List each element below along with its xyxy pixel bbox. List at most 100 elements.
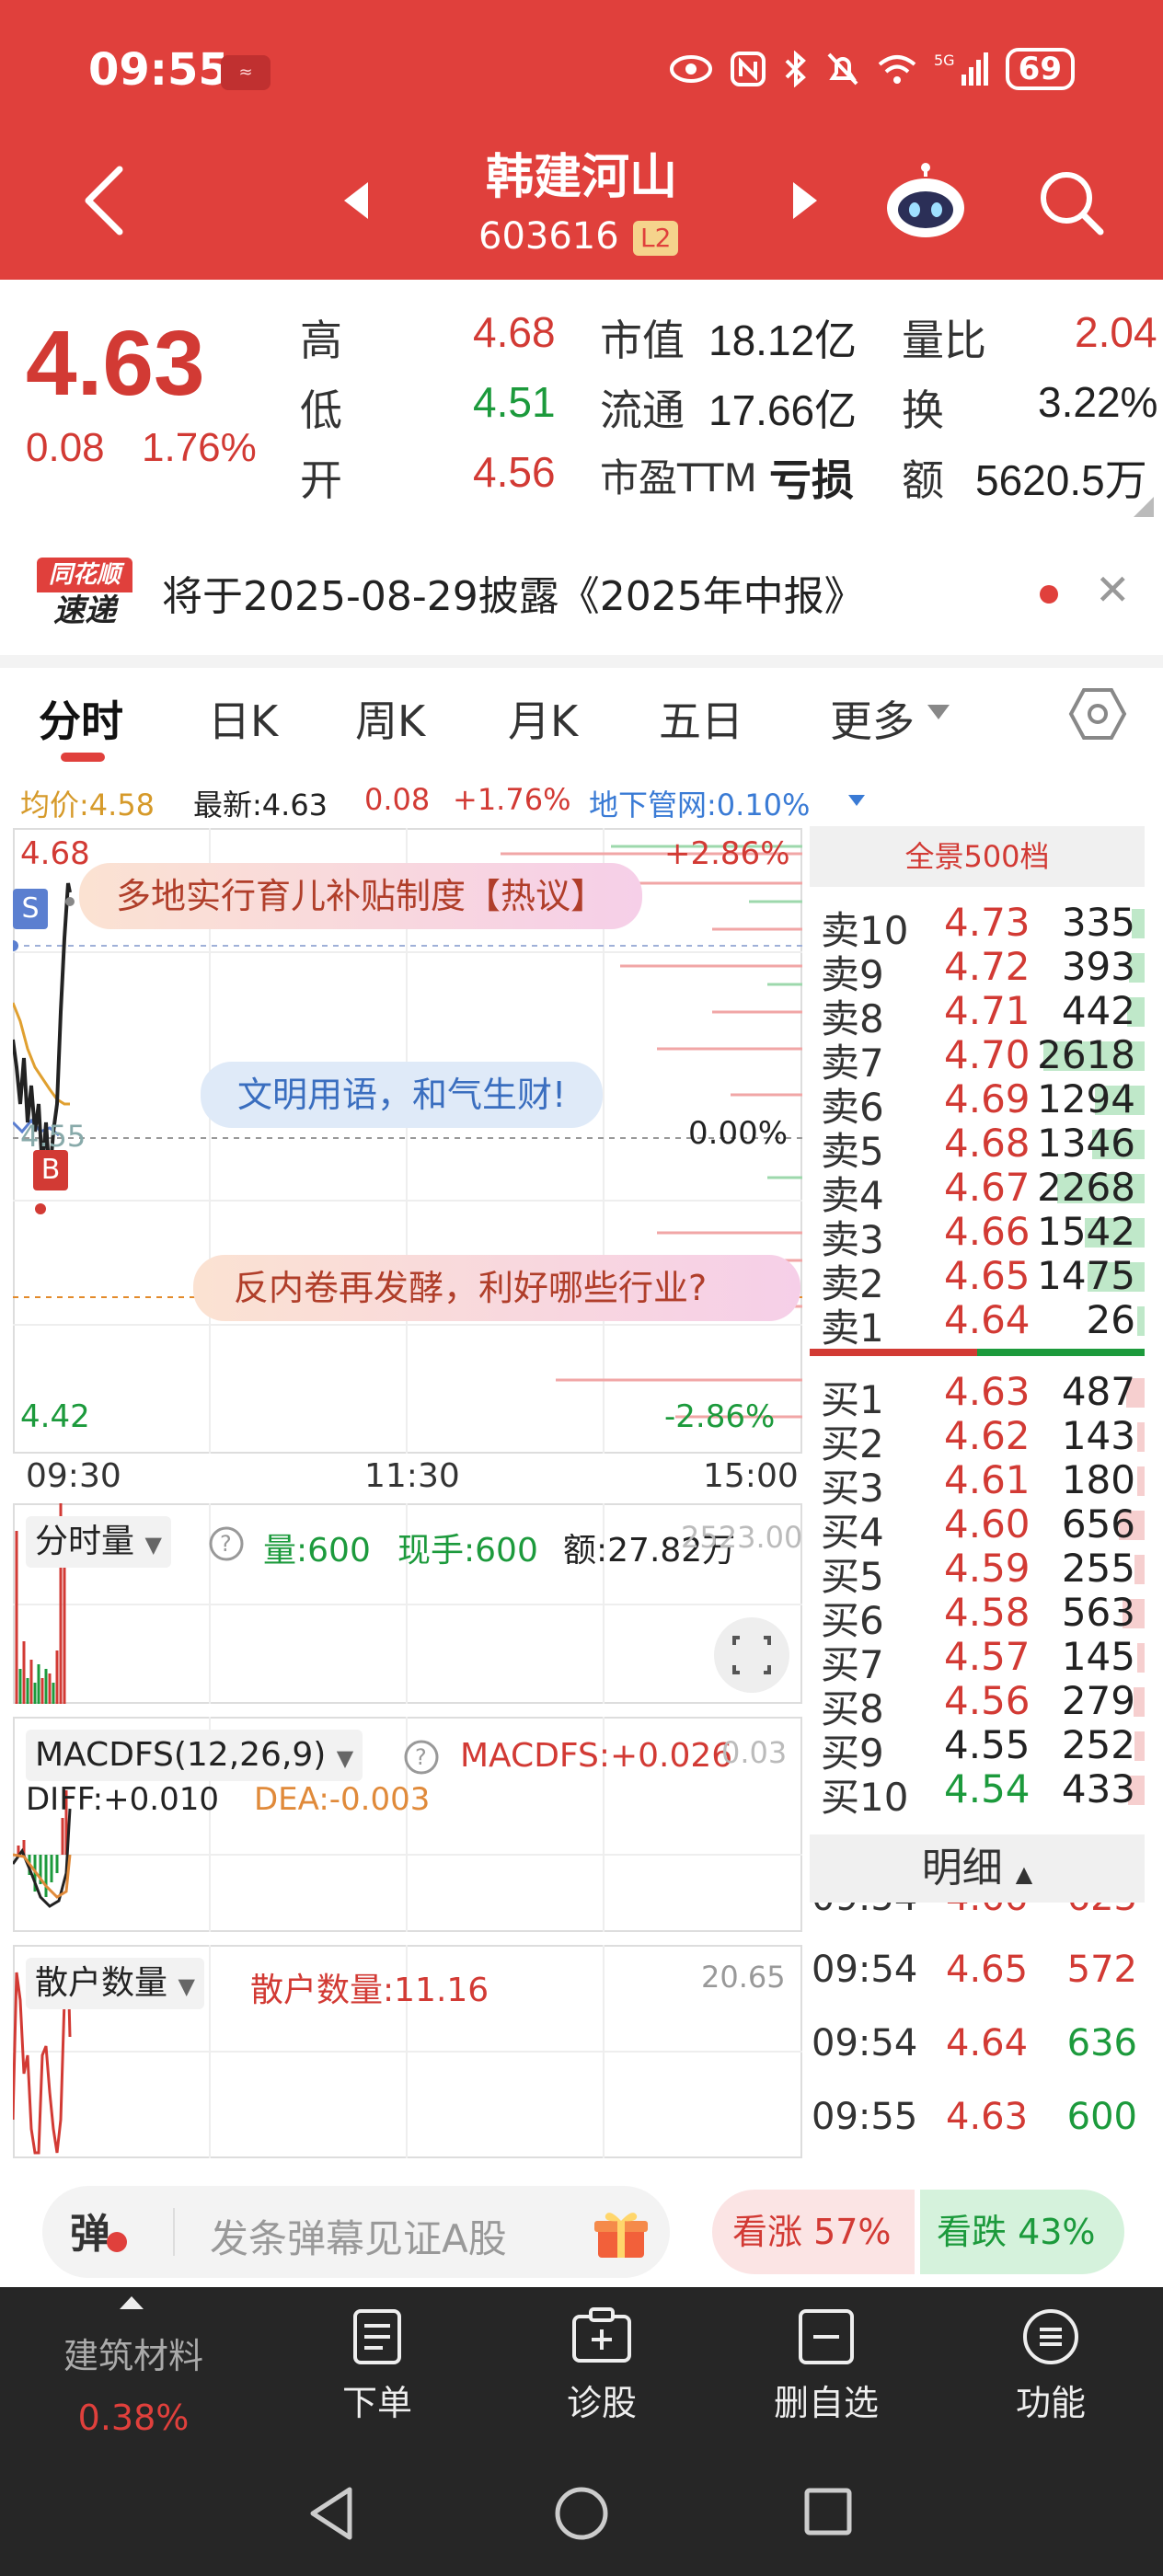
search-icon[interactable] [1036, 167, 1106, 237]
active-tab-indicator [61, 753, 105, 762]
tab-monthly-k[interactable]: 月K [508, 688, 578, 749]
quote-label-turnover: 换 [902, 385, 944, 435]
bid-row[interactable]: 买9 4.55 252 [821, 1722, 1145, 1776]
ask-row[interactable]: 卖8 4.71 442 [821, 988, 1145, 1041]
bearish-button[interactable]: 看跌 43% [920, 2190, 1124, 2274]
quote-label-mktcap: 市值 [600, 316, 685, 365]
nav-remove-watchlist[interactable]: 删自选 [734, 2307, 918, 2425]
gift-icon[interactable] [593, 2206, 650, 2261]
bid-price: 4.55 [944, 1722, 1031, 1767]
mute-icon [827, 52, 858, 86]
next-stock-icon[interactable] [789, 180, 821, 221]
detail-time: 09:54 [812, 2022, 918, 2064]
ask-volume: 2618 [1037, 1032, 1135, 1077]
time-start: 09:30 [26, 1457, 121, 1495]
bid-row[interactable]: 买8 4.56 279 [821, 1678, 1145, 1731]
sector-network[interactable]: 地下管网:0.10% [589, 782, 810, 824]
topic-bubble[interactable]: 反内卷再发酵，利好哪些行业? [193, 1255, 800, 1321]
nav-recents-icon[interactable] [802, 2486, 854, 2537]
chevron-down-icon: ▼ [144, 1532, 162, 1558]
ask-row[interactable]: 卖1 4.64 26 [821, 1297, 1145, 1351]
bid-row[interactable]: 买2 4.62 143 [821, 1413, 1145, 1466]
bid-volume-bar [1134, 1555, 1145, 1584]
tab-more[interactable]: 更多 [830, 688, 915, 749]
svg-text:?: ? [220, 1531, 232, 1557]
bid-price: 4.59 [944, 1546, 1031, 1591]
help-icon[interactable]: ? [208, 1525, 245, 1562]
nav-diagnose[interactable]: 诊股 [510, 2307, 694, 2425]
bullish-button[interactable]: 看涨 57% [712, 2190, 915, 2274]
time-mid: 11:30 [364, 1457, 460, 1495]
danmaku-placeholder[interactable]: 发条弹幕见证A股 [210, 2208, 507, 2264]
nav-back-icon[interactable] [305, 2484, 357, 2543]
ask-volume: 1294 [1037, 1076, 1135, 1121]
bid-row[interactable]: 买3 4.61 180 [821, 1457, 1145, 1511]
chevron-down-icon: ▼ [178, 1973, 195, 1999]
ask-price: 4.68 [944, 1121, 1031, 1166]
settings-hex-icon[interactable] [1067, 686, 1128, 742]
tab-daily-k[interactable]: 日K [208, 688, 278, 749]
close-icon[interactable]: ✕ [1095, 565, 1131, 615]
bid-volume-bar [1137, 1422, 1145, 1452]
detail-price: 4.64 [946, 2022, 1029, 2064]
macd-panel-title[interactable]: MACDFS(12,26,9) ▼ [26, 1730, 363, 1781]
nav-order[interactable]: 下单 [285, 2307, 469, 2425]
bid-row[interactable]: 买7 4.57 145 [821, 1634, 1145, 1687]
bid-row[interactable]: 买6 4.58 563 [821, 1590, 1145, 1643]
retail-scale: 20.65 [701, 1960, 786, 1995]
bid-volume-bar [1134, 1731, 1145, 1761]
ask-row[interactable]: 卖10 4.73 335 [821, 900, 1145, 953]
comment-bubble[interactable]: 文明用语，和气生财! [201, 1062, 604, 1128]
quote-label-pe: 市盈TTM [600, 455, 757, 500]
bid-row[interactable]: 买5 4.59 255 [821, 1546, 1145, 1599]
chart-low-label: 4.42 [20, 1398, 90, 1435]
ask-volume: 1475 [1037, 1253, 1135, 1298]
detail-price: 4.63 [946, 2096, 1029, 2138]
detail-title: 明细 [921, 1845, 1003, 1892]
ask-row[interactable]: 卖3 4.66 1542 [821, 1209, 1145, 1262]
expand-corner-icon[interactable] [1134, 497, 1154, 517]
macd-scale: 0.03 [721, 1735, 788, 1770]
ask-row[interactable]: 卖4 4.67 2268 [821, 1165, 1145, 1218]
stock-code: 603616 [478, 215, 619, 258]
nfc-icon [730, 52, 766, 86]
tab-intraday[interactable]: 分时 [39, 688, 123, 749]
hot-topic-bubble[interactable]: 多地实行育儿补贴制度【热议】 [79, 863, 643, 929]
retail-panel-title[interactable]: 散户数量 ▼ [26, 1958, 204, 2009]
order-icon [353, 2309, 401, 2364]
sell-marker[interactable]: S [13, 889, 48, 929]
robot-assistant-icon[interactable] [883, 162, 968, 241]
time-end: 15:00 [703, 1457, 799, 1495]
battery-icon: 69 [1005, 48, 1075, 90]
help-icon[interactable]: ? [403, 1739, 440, 1776]
detail-volume: 623 [1067, 1903, 1137, 1919]
volume-panel-title[interactable]: 分时量 ▼ [26, 1516, 171, 1568]
bid-price: 4.58 [944, 1590, 1031, 1635]
detail-time: 09:54 [812, 1903, 917, 1919]
nav-functions[interactable]: 功能 [959, 2307, 1143, 2425]
order-book-title[interactable]: 全景500档 [810, 826, 1145, 887]
notice-text[interactable]: 将于2025-08-29披露《2025年中报》 [162, 563, 865, 622]
quote-value-open: 4.56 [473, 448, 556, 496]
bid-row[interactable]: 买4 4.60 656 [821, 1501, 1145, 1555]
tab-weekly-k[interactable]: 周K [355, 688, 425, 749]
ask-row[interactable]: 卖5 4.68 1346 [821, 1121, 1145, 1174]
status-time: 09:55 [88, 44, 229, 96]
bid-row[interactable]: 买10 4.54 433 [821, 1766, 1145, 1820]
ask-volume: 442 [1061, 988, 1135, 1033]
sector-name[interactable]: 建筑材料 [37, 2328, 230, 2378]
fullscreen-button[interactable] [714, 1617, 789, 1693]
menu-icon [1023, 2309, 1078, 2364]
nav-home-icon[interactable] [552, 2484, 611, 2543]
bid-row[interactable]: 买1 4.63 487 [821, 1369, 1145, 1422]
ask-row[interactable]: 卖2 4.65 1475 [821, 1253, 1145, 1306]
ask-row[interactable]: 卖7 4.70 2618 [821, 1032, 1145, 1086]
buy-marker[interactable]: B [33, 1150, 68, 1190]
ask-row[interactable]: 卖9 4.72 393 [821, 944, 1145, 997]
fullscreen-icon [732, 1636, 771, 1674]
ask-row[interactable]: 卖6 4.69 1294 [821, 1076, 1145, 1130]
ask-volume: 335 [1061, 900, 1135, 945]
tab-five-day[interactable]: 五日 [659, 688, 743, 749]
detail-header[interactable]: 明细 ▲ [810, 1834, 1145, 1903]
danmaku-icon[interactable]: 弹 [70, 2201, 110, 2260]
